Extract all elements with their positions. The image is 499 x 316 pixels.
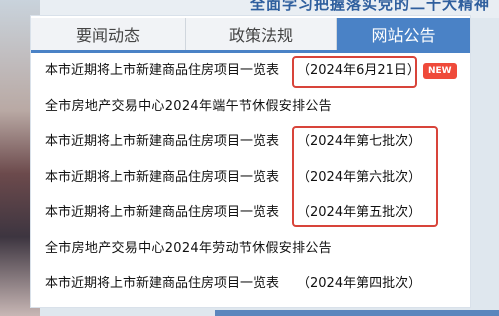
list-item-batch[interactable]: （2024年第五批次） [297, 195, 421, 231]
list-item-title[interactable]: 全市房地产交易中心2024年端午节休假安排公告 [45, 89, 332, 125]
tab-policy[interactable]: 政策法规 [186, 18, 337, 50]
list-item[interactable]: 本市近期将上市新建商品住房项目一览表 （2024年第五批次） [45, 195, 465, 231]
list-item-batch[interactable]: （2024年第七批次） [297, 124, 421, 160]
announcement-list: 本市近期将上市新建商品住房项目一览表 （2024年6月21日） NEW 全市房地… [45, 53, 465, 302]
tab-bar: 要闻动态 政策法规 网站公告 [31, 16, 470, 53]
list-item[interactable]: 全市房地产交易中心2024年端午节休假安排公告 [45, 89, 465, 125]
list-item[interactable]: 本市近期将上市新建商品住房项目一览表 （2024年第四批次） [45, 266, 465, 302]
list-item[interactable]: 全市房地产交易中心2024年劳动节休假安排公告 [45, 231, 465, 267]
new-badge: NEW [423, 63, 457, 79]
list-item[interactable]: 本市近期将上市新建商品住房项目一览表 （2024年第七批次） [45, 124, 465, 160]
list-item-title[interactable]: 本市近期将上市新建商品住房项目一览表 [45, 53, 279, 89]
list-item-batch[interactable]: （2024年第六批次） [297, 160, 421, 196]
list-item-title[interactable]: 本市近期将上市新建商品住房项目一览表 [45, 195, 279, 231]
list-item-date[interactable]: （2024年6月21日） [297, 53, 420, 89]
list-item[interactable]: 本市近期将上市新建商品住房项目一览表 （2024年6月21日） NEW [45, 53, 465, 89]
background-footer-bar [215, 310, 499, 316]
list-item-title[interactable]: 全市房地产交易中心2024年劳动节休假安排公告 [45, 231, 332, 267]
list-item-title[interactable]: 本市近期将上市新建商品住房项目一览表 [45, 266, 279, 302]
list-item-title[interactable]: 本市近期将上市新建商品住房项目一览表 [45, 160, 279, 196]
site-banner-text: 全面学习把握落实党的二十大精神 [250, 0, 491, 13]
list-item-title[interactable]: 本市近期将上市新建商品住房项目一览表 [45, 124, 279, 160]
tab-announcements[interactable]: 网站公告 [337, 18, 470, 50]
tab-news[interactable]: 要闻动态 [31, 18, 186, 50]
list-item-batch[interactable]: （2024年第四批次） [297, 266, 421, 302]
announcement-panel: 要闻动态 政策法规 网站公告 本市近期将上市新建商品住房项目一览表 （2024年… [30, 15, 471, 308]
list-item[interactable]: 本市近期将上市新建商品住房项目一览表 （2024年第六批次） [45, 160, 465, 196]
